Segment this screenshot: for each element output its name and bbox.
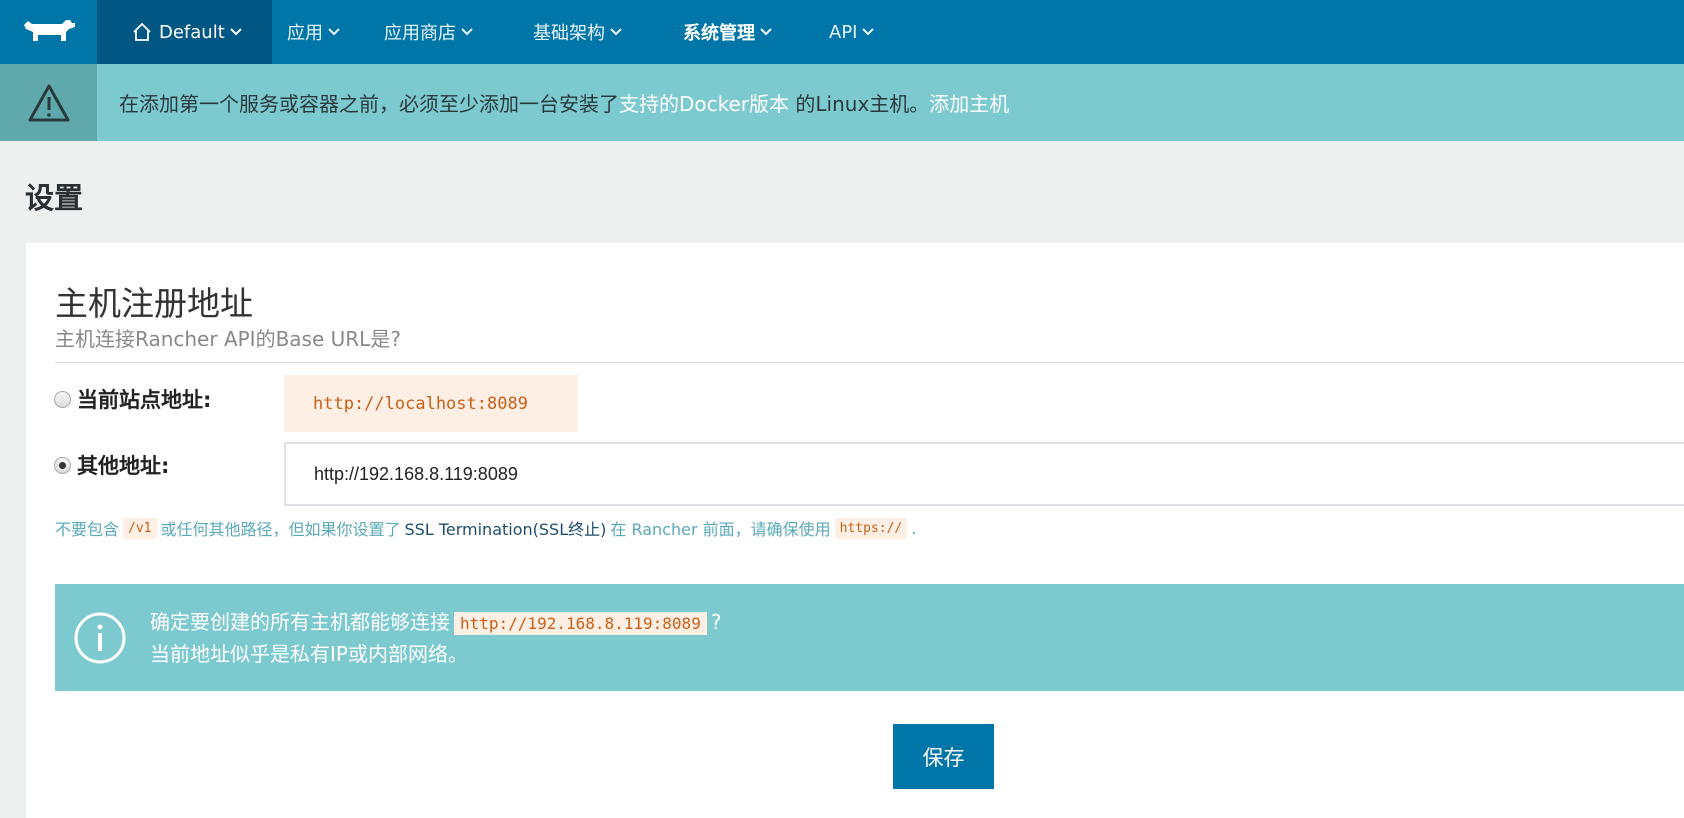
chevron-down-icon [760, 28, 772, 36]
option-current-site[interactable]: 当前站点地址: [54, 384, 211, 414]
cattle-logo-icon [23, 20, 75, 41]
environment-switcher[interactable]: Default [97, 0, 272, 64]
host-registration-card: 主机注册地址 主机连接Rancher API的Base URL是? 当前站点地址… [26, 243, 1684, 818]
info-url-code: http://192.168.8.119:8089 [454, 611, 707, 635]
private-ip-info-box: 确定要创建的所有主机都能够连接 http://192.168.8.119:8089… [55, 584, 1684, 691]
save-button[interactable]: 保存 [893, 724, 994, 789]
nav-item-infrastructure[interactable]: 基础架构 [533, 0, 623, 64]
section-title: 主机注册地址 [55, 284, 253, 323]
warning-icon [28, 84, 69, 121]
divider [55, 362, 1684, 363]
ssl-termination-link[interactable]: SSL Termination(SSL终止) [405, 516, 607, 540]
other-address-input[interactable] [284, 442, 1684, 506]
radio-current-site[interactable] [54, 390, 71, 408]
option-other-address[interactable]: 其他地址: [54, 450, 169, 480]
nav-item-apps[interactable]: 应用 [287, 0, 341, 64]
code-v1: /v1 [123, 517, 157, 539]
add-host-link[interactable]: 添加主机 [929, 92, 1009, 116]
chevron-down-icon [328, 28, 340, 36]
nav-item-admin[interactable]: 系统管理 [683, 0, 773, 64]
section-subtitle: 主机连接Rancher API的Base URL是? [55, 327, 401, 351]
environment-name: Default [159, 21, 225, 43]
chevron-down-icon [610, 28, 622, 36]
nav-item-api[interactable]: API [829, 0, 875, 64]
info-text: 确定要创建的所有主机都能够连接 http://192.168.8.119:8089… [150, 609, 722, 666]
chevron-down-icon [461, 28, 473, 36]
rancher-logo[interactable] [0, 0, 97, 64]
code-https: https:// [834, 517, 908, 539]
help-text: 不要包含 /v1 或任何其他路径，但如果你设置了 SSL Termination… [55, 516, 916, 540]
alert-icon-box [0, 64, 97, 141]
radio-other-address[interactable] [54, 456, 71, 474]
alert-message: 在添加第一个服务或容器之前，必须至少添加一台安装了支持的Docker版本 的Li… [119, 92, 1010, 116]
current-site-label: 当前站点地址: [77, 388, 212, 412]
chevron-down-icon [862, 28, 875, 36]
no-host-alert: 在添加第一个服务或容器之前，必须至少添加一台安装了支持的Docker版本 的Li… [0, 64, 1684, 141]
top-nav: Default 应用 应用商店 基础架构 系统管理 API [0, 0, 1684, 64]
current-site-url: http://localhost:8089 [284, 375, 578, 432]
chevron-down-icon [230, 28, 242, 36]
home-icon [133, 22, 151, 41]
page-title: 设置 [25, 181, 84, 215]
supported-docker-link[interactable]: 支持的Docker版本 [619, 92, 789, 116]
info-icon [74, 612, 126, 663]
other-address-label: 其他地址: [77, 454, 170, 478]
nav-item-catalog[interactable]: 应用商店 [384, 0, 474, 64]
